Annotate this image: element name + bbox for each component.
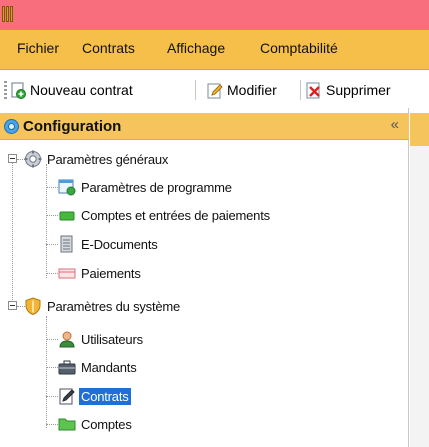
delete-button[interactable]: Supprimer [306,79,391,101]
panel-title: Configuration [23,118,122,135]
tree-node-label: Contrats [79,387,131,405]
toolbar-grip[interactable] [4,81,7,99]
new-document-icon [11,82,26,99]
folder-icon [58,418,76,431]
contract-edit-icon [59,388,75,405]
collapse-system-toggle[interactable] [8,301,17,310]
menu-fichier[interactable]: Fichier [17,40,59,56]
tree-connector [46,396,58,397]
tree-node-label: Paramètres de programme [81,179,232,195]
tree-node-e-documents[interactable]: E-Documents [58,234,160,254]
briefcase-icon [58,360,76,375]
edit-button[interactable]: Modifier [207,79,277,101]
tree-connector [46,215,58,216]
edit-icon [207,83,223,98]
menu-bar: Fichier Contrats Affichage Comptabilité [0,30,429,70]
user-icon [59,331,75,348]
collapse-panel-button[interactable]: « [391,116,399,133]
panel-header: Configuration « [0,113,409,140]
tree-connector [46,187,58,188]
tree-connector [46,339,58,340]
app-icon [2,6,16,22]
content-area-edge [410,113,429,447]
tree-node-label: Paramètres du système [47,298,181,314]
gear-icon [4,119,19,134]
tree-node-general-settings[interactable]: Paramètres généraux [24,149,170,169]
tree-connector [46,164,47,278]
toolbar-separator [195,80,196,100]
tree-node-accounts[interactable]: Comptes [58,414,134,434]
delete-label: Supprimer [326,82,391,98]
new-contract-label: Nouveau contrat [30,82,133,98]
content-header-edge [410,113,429,146]
tree-connector [46,367,58,368]
tree-node-label: Comptes [81,416,132,432]
tree-node-label: E-Documents [81,236,158,252]
tree-connector [12,158,13,306]
tree-connector [46,424,58,425]
tree-node-accounts-payments[interactable]: Comptes et entrées de paiements [58,205,272,225]
collapse-general-toggle[interactable] [8,154,17,163]
tree-node-program-settings[interactable]: Paramètres de programme [58,177,234,197]
tree-node-contracts[interactable]: Contrats [58,386,131,406]
delete-icon [306,82,320,98]
tree-node-users[interactable]: Utilisateurs [58,329,145,349]
tree-connector [46,244,58,245]
tree-node-principals[interactable]: Mandants [58,357,139,377]
tree-node-label: Paramètres généraux [47,151,169,167]
tree-node-label: Comptes et entrées de paiements [81,207,270,223]
tree-node-label: Mandants [81,359,137,375]
new-contract-button[interactable]: Nouveau contrat [10,79,133,101]
shield-icon [25,297,41,315]
tree-node-payments[interactable]: Paiements [58,263,143,283]
program-settings-icon [58,179,76,196]
menu-affichage[interactable]: Affichage [167,40,225,56]
payment-icon [58,268,76,279]
edit-label: Modifier [227,82,277,98]
menu-contrats[interactable]: Contrats [82,40,135,56]
title-bar [0,0,429,30]
tree-node-label: Utilisateurs [81,331,143,347]
menu-comptabilite[interactable]: Comptabilité [260,40,338,56]
toolbar-separator [300,80,301,100]
tree-connector [46,273,58,274]
document-icon [60,235,73,253]
tree-node-label: Paiements [81,265,141,281]
configuration-tree: Paramètres généraux Paramètres de progra… [0,140,409,447]
gear-icon [24,150,42,168]
green-folder-icon [59,211,75,221]
tree-node-system-settings[interactable]: Paramètres du système [24,296,182,316]
tree-connector [46,316,47,428]
toolbar: Nouveau contrat Modifier Supprimer [0,71,429,108]
